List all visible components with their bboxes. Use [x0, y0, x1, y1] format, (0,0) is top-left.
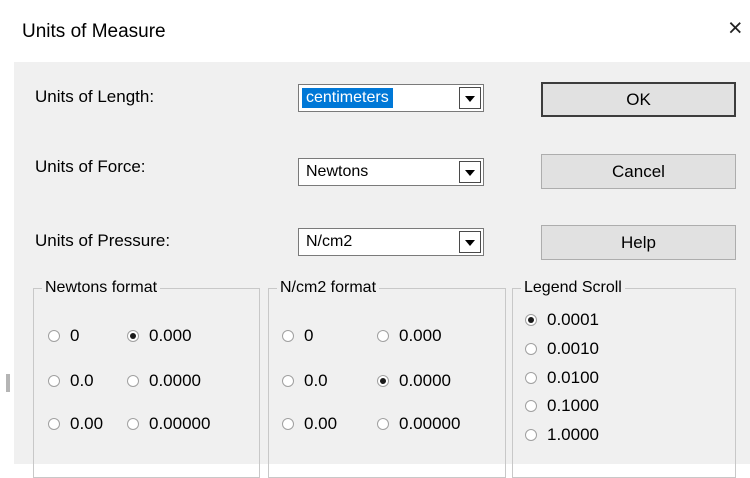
- units-of-pressure-label: Units of Pressure:: [35, 231, 171, 250]
- radio-icon: [282, 418, 294, 430]
- pressure-format-option-0-000[interactable]: 0.000: [377, 326, 442, 346]
- radio-icon: [525, 400, 537, 412]
- newtons-format-option-0-0[interactable]: 0.0: [48, 371, 94, 391]
- newtons-format-option-0-00[interactable]: 0.00: [48, 414, 103, 434]
- radio-icon: [48, 375, 60, 387]
- newtons-format-option-0-0000[interactable]: 0.0000: [127, 371, 201, 391]
- pressure-format-option-0-00[interactable]: 0.00: [282, 414, 337, 434]
- radio-icon: [282, 330, 294, 342]
- help-button[interactable]: Help: [541, 225, 736, 260]
- radio-label: 0.0100: [547, 368, 599, 387]
- chevron-down-icon[interactable]: [459, 231, 481, 253]
- radio-label: 0.0000: [149, 371, 201, 390]
- dialog-client-area: Units of Length: centimeters Units of Fo…: [14, 62, 750, 478]
- radio-selected-icon: [525, 314, 537, 326]
- radio-icon: [377, 330, 389, 342]
- radio-icon: [48, 418, 60, 430]
- radio-selected-icon: [127, 330, 139, 342]
- units-of-force-label: Units of Force:: [35, 157, 146, 176]
- close-icon[interactable]: ×: [728, 16, 743, 41]
- pressure-format-group: N/cm2 format 0 0.000 0.0 0.0000 0.00 0.0…: [268, 279, 506, 478]
- units-of-pressure-value: N/cm2: [306, 233, 353, 250]
- window-edge: [0, 0, 14, 464]
- newtons-format-option-0-00000[interactable]: 0.00000: [127, 414, 210, 434]
- units-of-length-dropdown[interactable]: centimeters: [298, 84, 484, 112]
- radio-icon: [127, 418, 139, 430]
- radio-icon: [525, 429, 537, 441]
- radio-label: 0: [70, 326, 80, 345]
- newtons-format-group: Newtons format 0 0.000 0.0 0.0000 0.00 0…: [33, 279, 260, 478]
- radio-label: 0.0010: [547, 339, 599, 358]
- radio-label: 0.1000: [547, 396, 599, 415]
- resize-grip-mark: [6, 374, 10, 392]
- legend-scroll-option-1-0000[interactable]: 1.0000: [525, 425, 599, 445]
- newtons-format-label: Newtons format: [42, 279, 161, 297]
- pressure-format-label: N/cm2 format: [277, 279, 380, 297]
- radio-label: 0.0: [304, 371, 328, 390]
- pressure-format-option-0-0[interactable]: 0.0: [282, 371, 328, 391]
- radio-label: 0.00000: [399, 414, 461, 433]
- radio-label: 0.00000: [149, 414, 211, 433]
- window-title: Units of Measure: [22, 21, 166, 42]
- radio-label: 0.0001: [547, 310, 599, 329]
- legend-scroll-label: Legend Scroll: [521, 279, 625, 297]
- radio-label: 0: [304, 326, 314, 345]
- units-of-force-value: Newtons: [306, 163, 369, 180]
- radio-icon: [525, 372, 537, 384]
- radio-label: 1.0000: [547, 425, 599, 444]
- radio-icon: [377, 418, 389, 430]
- radio-label: 0.0000: [399, 371, 451, 390]
- legend-scroll-option-0-1000[interactable]: 0.1000: [525, 396, 599, 416]
- radio-icon: [282, 375, 294, 387]
- chevron-down-icon[interactable]: [459, 161, 481, 183]
- radio-label: 0.000: [399, 326, 442, 345]
- radio-label: 0.0: [70, 371, 94, 390]
- radio-label: 0.00: [70, 414, 104, 433]
- pressure-format-option-0-00000[interactable]: 0.00000: [377, 414, 460, 434]
- units-of-length-value: centimeters: [302, 88, 393, 108]
- radio-selected-icon: [377, 375, 389, 387]
- radio-label: 0.000: [149, 326, 192, 345]
- legend-scroll-option-0-0010[interactable]: 0.0010: [525, 339, 599, 359]
- units-of-length-label: Units of Length:: [35, 87, 155, 106]
- cancel-button[interactable]: Cancel: [541, 154, 736, 189]
- legend-scroll-option-0-0100[interactable]: 0.0100: [525, 368, 599, 388]
- pressure-format-option-0[interactable]: 0: [282, 326, 313, 346]
- pressure-format-option-0-0000[interactable]: 0.0000: [377, 371, 451, 391]
- radio-icon: [48, 330, 60, 342]
- ok-button[interactable]: OK: [541, 82, 736, 117]
- units-of-force-dropdown[interactable]: Newtons: [298, 158, 484, 186]
- radio-icon: [127, 375, 139, 387]
- legend-scroll-option-0-0001[interactable]: 0.0001: [525, 310, 599, 330]
- units-of-pressure-dropdown[interactable]: N/cm2: [298, 228, 484, 256]
- legend-scroll-group: Legend Scroll 0.0001 0.0010 0.0100 0.100…: [512, 279, 736, 478]
- newtons-format-option-0[interactable]: 0: [48, 326, 79, 346]
- radio-label: 0.00: [304, 414, 338, 433]
- radio-icon: [525, 343, 537, 355]
- newtons-format-option-0-000[interactable]: 0.000: [127, 326, 192, 346]
- chevron-down-icon[interactable]: [459, 87, 481, 109]
